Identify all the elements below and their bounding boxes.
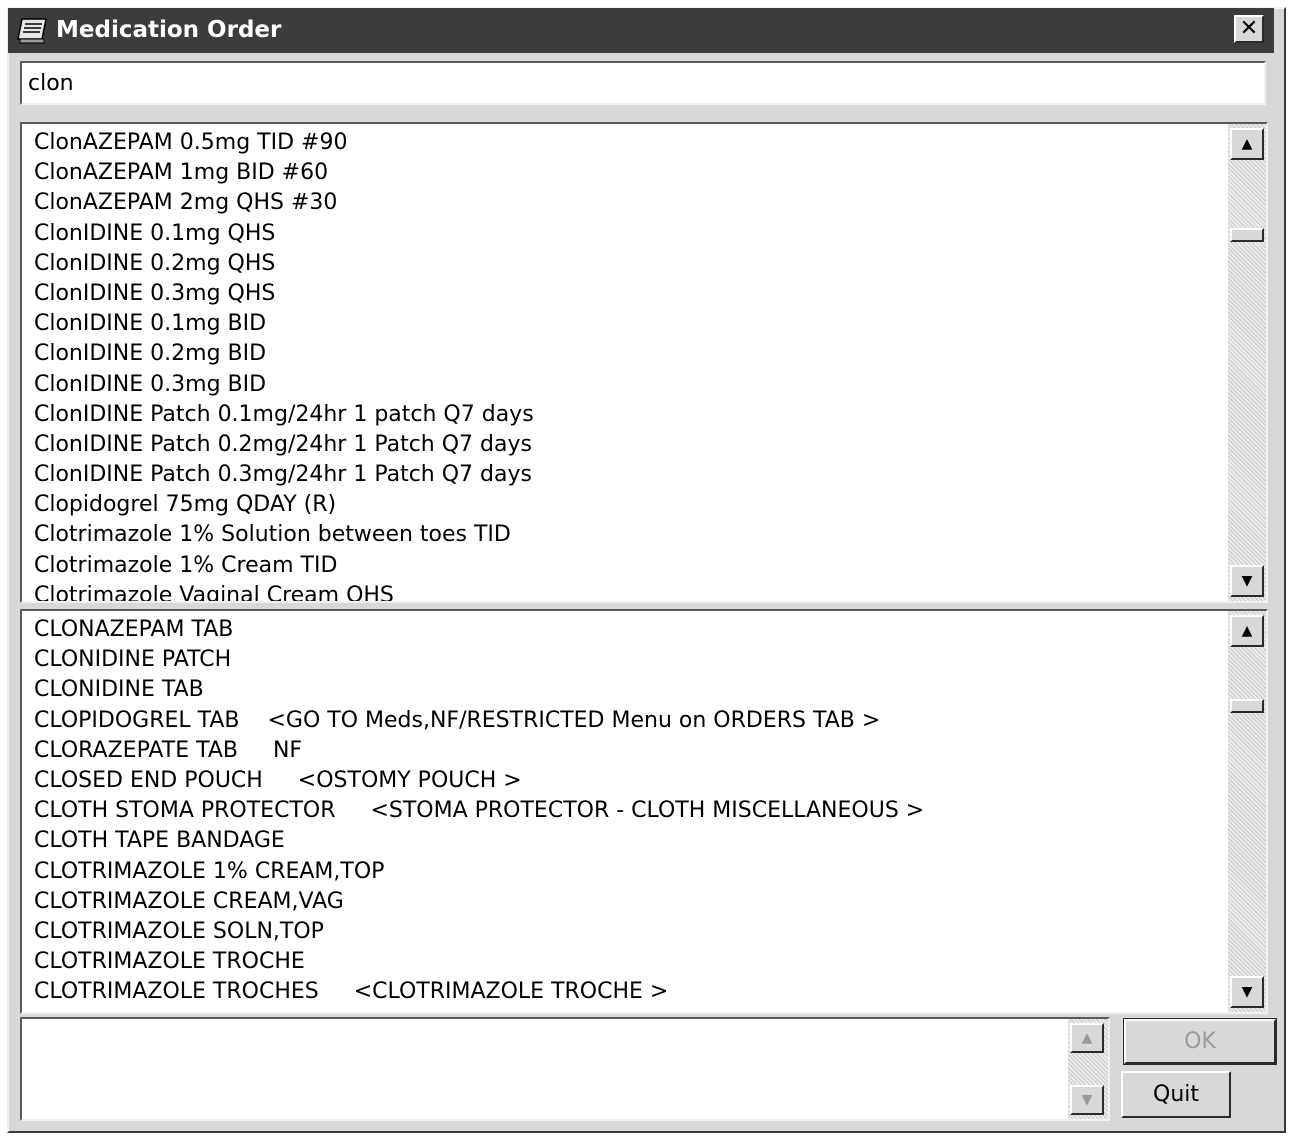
- close-icon: ✕: [1239, 16, 1259, 41]
- scroll-down-button[interactable]: ▼: [1230, 976, 1264, 1008]
- list-item[interactable]: ClonIDINE 0.2mg QHS: [22, 249, 1226, 279]
- list-item[interactable]: CLONIDINE TAB: [22, 675, 1226, 705]
- arrow-down-icon: ▼: [1081, 1092, 1093, 1108]
- list-item[interactable]: CLORAZEPATE TAB NF: [22, 736, 1226, 766]
- arrow-down-icon: ▼: [1241, 984, 1253, 1000]
- list-item[interactable]: ClonIDINE Patch 0.1mg/24hr 1 patch Q7 da…: [22, 400, 1226, 430]
- list-item[interactable]: ClonIDINE 0.3mg BID: [22, 370, 1226, 400]
- order-form-icon: [16, 15, 50, 45]
- ok-button[interactable]: OK: [1123, 1018, 1277, 1065]
- list-item[interactable]: ClonIDINE Patch 0.3mg/24hr 1 Patch Q7 da…: [22, 460, 1226, 490]
- list-item[interactable]: ClonAZEPAM 0.5mg TID #90: [22, 128, 1226, 158]
- scroll-thumb[interactable]: [1230, 228, 1264, 242]
- arrow-up-icon: ▲: [1241, 623, 1253, 639]
- list-item[interactable]: CLOTRIMAZOLE 1% CREAM,TOP: [22, 857, 1226, 887]
- search-input[interactable]: [20, 61, 1266, 105]
- order-text-memo[interactable]: ▲ ▼: [20, 1017, 1110, 1121]
- memo-scrollbar[interactable]: ▲ ▼: [1068, 1019, 1108, 1119]
- close-button[interactable]: ✕: [1234, 15, 1264, 43]
- list-item[interactable]: CLOTRIMAZOLE CREAM,VAG: [22, 887, 1226, 917]
- arrow-up-icon: ▲: [1081, 1030, 1093, 1046]
- list-item[interactable]: CLONIDINE PATCH: [22, 645, 1226, 675]
- list-item[interactable]: ClonIDINE 0.3mg QHS: [22, 279, 1226, 309]
- list-item[interactable]: ClonIDINE Patch 0.2mg/24hr 1 Patch Q7 da…: [22, 430, 1226, 460]
- orders-listbox[interactable]: ClonAZEPAM 0.5mg TID #90 ClonAZEPAM 1mg …: [20, 122, 1268, 603]
- list-item[interactable]: CLOTRIMAZOLE TROCHES <CLOTRIMAZOLE TROCH…: [22, 977, 1226, 1007]
- drug-list-items: CLONAZEPAM TAB CLONIDINE PATCH CLONIDINE…: [22, 615, 1226, 1012]
- list-item[interactable]: CLOTRIMAZOLE SOLN,TOP: [22, 917, 1226, 947]
- list-item[interactable]: CLOTH STOMA PROTECTOR <STOMA PROTECTOR -…: [22, 796, 1226, 826]
- window-title: Medication Order: [56, 17, 282, 43]
- list-item[interactable]: CLOTRIMAZOLE TROCHE: [22, 947, 1226, 977]
- scroll-down-button[interactable]: ▼: [1230, 565, 1264, 597]
- list-item[interactable]: ClonIDINE 0.1mg BID: [22, 309, 1226, 339]
- list-item[interactable]: ClonIDINE 0.1mg QHS: [22, 219, 1226, 249]
- list-item[interactable]: Clopidogrel 75mg QDAY (R): [22, 490, 1226, 520]
- memo-scroll-down-button[interactable]: ▼: [1070, 1085, 1104, 1115]
- list-item[interactable]: ClonIDINE 0.2mg BID: [22, 339, 1226, 369]
- quit-button[interactable]: Quit: [1121, 1071, 1231, 1118]
- orders-scrollbar[interactable]: ▲ ▼: [1228, 124, 1266, 601]
- memo-scroll-up-button[interactable]: ▲: [1070, 1023, 1104, 1053]
- list-item[interactable]: Clotrimazole 1% Solution between toes TI…: [22, 520, 1226, 550]
- scroll-up-button[interactable]: ▲: [1230, 128, 1264, 160]
- list-item[interactable]: CLONAZEPAM TAB: [22, 615, 1226, 645]
- list-item[interactable]: Clotrimazole Vaginal Cream QHS: [22, 581, 1226, 601]
- list-item[interactable]: CLOPIDOGREL TAB <GO TO Meds,NF/RESTRICTE…: [22, 706, 1226, 736]
- arrow-down-icon: ▼: [1241, 573, 1253, 589]
- scroll-thumb[interactable]: [1230, 699, 1264, 713]
- arrow-up-icon: ▲: [1241, 136, 1253, 152]
- drug-listbox[interactable]: CLONAZEPAM TAB CLONIDINE PATCH CLONIDINE…: [20, 609, 1268, 1014]
- orders-list-items: ClonAZEPAM 0.5mg TID #90 ClonAZEPAM 1mg …: [22, 128, 1226, 601]
- title-bar[interactable]: Medication Order ✕: [8, 8, 1274, 53]
- list-item[interactable]: Clotrimazole 1% Cream TID: [22, 551, 1226, 581]
- scroll-up-button[interactable]: ▲: [1230, 615, 1264, 647]
- drug-scrollbar[interactable]: ▲ ▼: [1228, 611, 1266, 1012]
- list-item[interactable]: CLOSED END POUCH <OSTOMY POUCH >: [22, 766, 1226, 796]
- list-item[interactable]: ClonAZEPAM 1mg BID #60: [22, 158, 1226, 188]
- list-item[interactable]: CLOTH TAPE BANDAGE: [22, 826, 1226, 856]
- list-item[interactable]: ClonAZEPAM 2mg QHS #30: [22, 188, 1226, 218]
